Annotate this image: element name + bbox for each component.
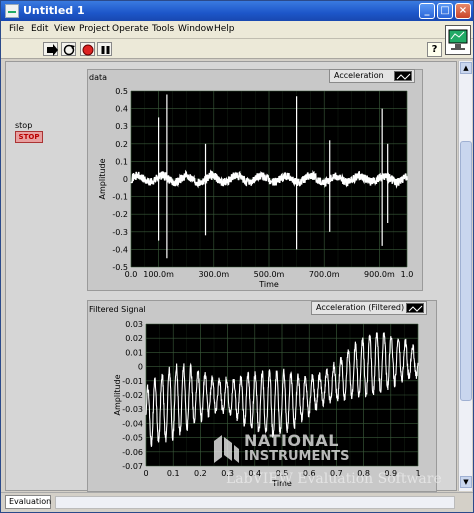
x-tick-label: 0 xyxy=(143,469,148,478)
vertical-scrollbar[interactable]: ▲ ▼ xyxy=(458,61,472,491)
vertical-scroll-thumb[interactable] xyxy=(460,141,472,401)
scroll-up-icon[interactable]: ▲ xyxy=(460,62,472,74)
ni-logo-icon xyxy=(214,435,239,463)
ni-watermark: NATIONAL INSTRUMENTS LabVIEW Evaluation … xyxy=(208,429,458,491)
watermark-labview-eval: LabVIEW Evaluation Software xyxy=(226,471,442,487)
y-tick-label: 0.01 xyxy=(125,348,143,357)
horizontal-scrollbar[interactable] xyxy=(55,496,455,509)
evaluation-tab[interactable]: Evaluation xyxy=(5,495,51,509)
scroll-down-icon[interactable]: ▼ xyxy=(460,476,472,488)
y-tick-label: -0.02 xyxy=(122,391,143,400)
y-tick-label: -0.05 xyxy=(122,434,143,443)
y-tick-label: -0.06 xyxy=(122,448,143,457)
x-tick-label: 0.2 xyxy=(194,469,207,478)
y-tick-label: -0.07 xyxy=(122,462,143,471)
labview-window: Untitled 1 _ □ × File Edit View Project … xyxy=(0,0,474,513)
y-tick-label: -0.03 xyxy=(122,405,143,414)
watermark-instruments: INSTRUMENTS xyxy=(244,449,350,464)
y-tick-label: -0.01 xyxy=(122,377,143,386)
y-tick-label: 0.02 xyxy=(125,334,143,343)
y-tick-label: -0.04 xyxy=(122,419,143,428)
watermark-national: NATIONAL xyxy=(244,431,339,450)
y-axis-title: Amplitude xyxy=(113,374,122,415)
y-tick-label: 0 xyxy=(138,363,143,372)
y-tick-label: 0.03 xyxy=(125,320,143,329)
x-tick-label: 0.1 xyxy=(167,469,180,478)
